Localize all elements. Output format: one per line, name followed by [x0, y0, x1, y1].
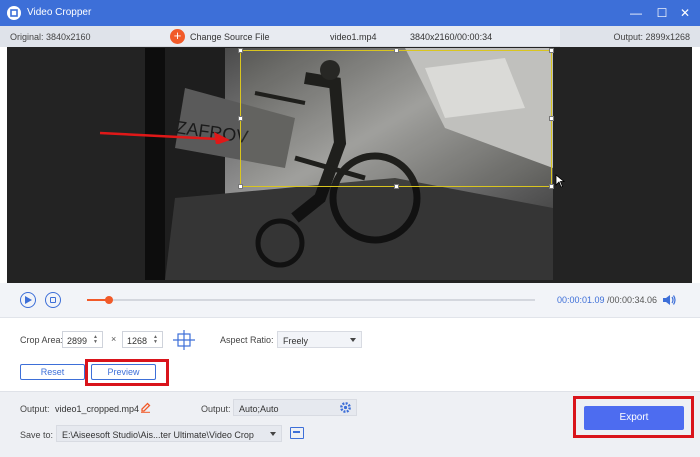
title-bar: Video Cropper — ☐ ✕ — [0, 0, 700, 26]
add-icon[interactable]: + — [170, 29, 185, 44]
crop-handle[interactable] — [394, 48, 399, 53]
cursor-icon — [555, 174, 565, 188]
maximize-icon[interactable]: ☐ — [654, 5, 670, 21]
progress-slider[interactable] — [87, 296, 535, 304]
spinner-icon[interactable]: ▲ ▼ — [153, 335, 159, 345]
gear-icon[interactable] — [339, 401, 352, 414]
reset-button[interactable]: Reset — [20, 364, 85, 380]
crop-area-label: Crop Area: — [20, 335, 64, 345]
change-source-button[interactable]: Change Source File — [190, 32, 270, 42]
chevron-down-icon — [270, 432, 276, 436]
crop-handle[interactable] — [549, 116, 554, 121]
edit-icon[interactable] — [140, 402, 151, 413]
export-highlight-box — [573, 396, 694, 438]
save-to-label: Save to: — [20, 430, 54, 440]
play-icon[interactable] — [20, 292, 36, 308]
center-crop-icon[interactable] — [173, 330, 195, 350]
chevron-down-icon — [350, 338, 356, 342]
output-filename: video1_cropped.mp4 — [55, 404, 140, 414]
crop-handle[interactable] — [394, 184, 399, 189]
crop-height-value: 1268 — [127, 336, 148, 346]
progress-thumb[interactable] — [105, 296, 114, 304]
times-sign: × — [111, 334, 117, 344]
format-label: Output: — [201, 404, 231, 414]
original-resolution: Original: 3840x2160 — [0, 26, 130, 47]
aspect-ratio-select[interactable]: Freely — [277, 331, 362, 348]
playback-controls: 00:00:01.09 /00:00:34.06 — [0, 283, 700, 318]
save-path-select[interactable]: E:\Aiseesoft Studio\Ais...ter Ultimate\V… — [56, 425, 282, 442]
output-resolution: Output: 2899x1268 — [560, 26, 700, 47]
crop-height-input[interactable]: 1268 ▲ ▼ — [122, 331, 163, 348]
volume-icon[interactable] — [662, 294, 676, 306]
crop-handle[interactable] — [549, 184, 554, 189]
crop-handle[interactable] — [238, 48, 243, 53]
crop-handle[interactable] — [238, 116, 243, 121]
red-arrow-icon — [99, 131, 230, 144]
total-time: /00:00:34.06 — [607, 295, 658, 305]
resolution-duration: 3840x2160/00:00:34 — [410, 32, 493, 42]
output-label: Output: — [20, 404, 50, 414]
crop-handle[interactable] — [238, 184, 243, 189]
spinner-icon[interactable]: ▲ ▼ — [93, 335, 99, 345]
minimize-icon[interactable]: — — [628, 5, 644, 21]
stop-icon[interactable] — [45, 292, 61, 308]
info-bar: Original: 3840x2160 + Change Source File… — [0, 26, 700, 47]
crop-selection-box[interactable] — [238, 48, 554, 189]
save-path-value: E:\Aiseesoft Studio\Ais...ter Ultimate\V… — [62, 430, 254, 440]
file-name: video1.mp4 — [330, 32, 377, 42]
aspect-ratio-value: Freely — [283, 336, 309, 346]
preview-highlight-box — [85, 359, 169, 386]
crop-width-input[interactable]: 2899 ▲ ▼ — [62, 331, 103, 348]
current-time: 00:00:01.09 — [557, 295, 605, 305]
app-title: Video Cropper — [27, 7, 92, 18]
close-icon[interactable]: ✕ — [677, 5, 693, 21]
crop-handle[interactable] — [549, 48, 554, 53]
output-format-value: Auto;Auto — [239, 404, 279, 414]
app-logo-icon — [7, 6, 21, 20]
folder-icon[interactable] — [290, 427, 304, 439]
aspect-ratio-label: Aspect Ratio: — [220, 335, 274, 345]
crop-width-value: 2899 — [67, 336, 88, 346]
